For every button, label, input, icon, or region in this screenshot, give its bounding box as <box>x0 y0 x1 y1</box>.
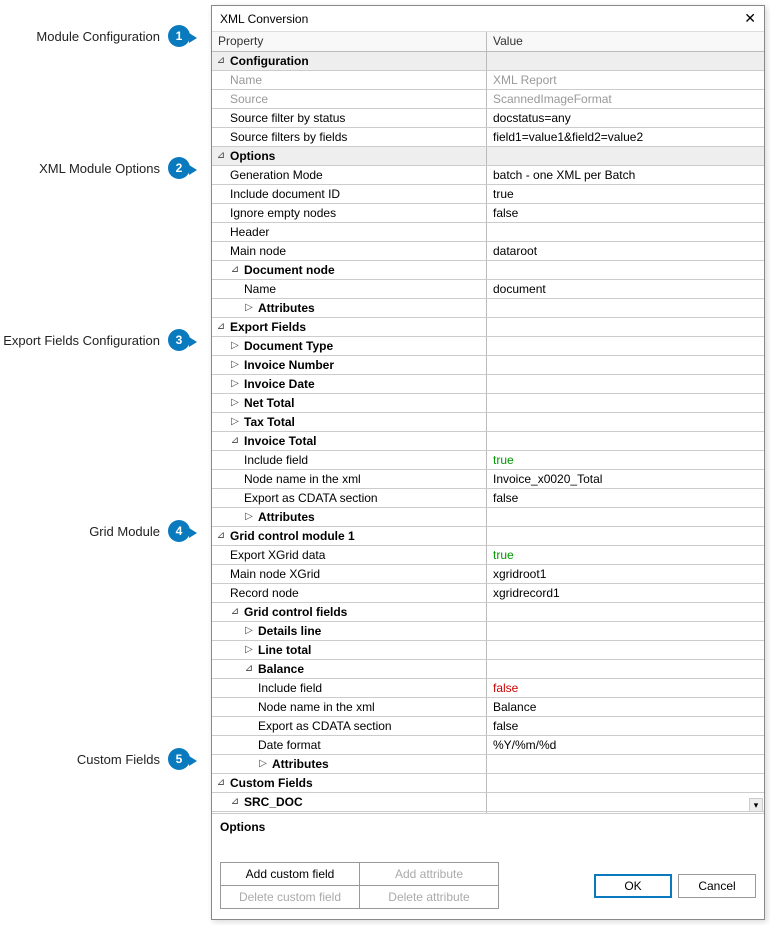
group-doc-type[interactable]: ▷Document Type <box>212 337 764 356</box>
callout-label-4: Grid Module <box>89 524 160 539</box>
scroll-down-icon[interactable]: ▾ <box>749 798 763 812</box>
group-net-total[interactable]: ▷Net Total <box>212 394 764 413</box>
prop-source[interactable]: SourceScannedImageFormat <box>212 90 764 109</box>
group-invoice-date[interactable]: ▷Invoice Date <box>212 375 764 394</box>
callout-label-3: Export Fields Configuration <box>3 333 160 348</box>
header-property: Property <box>212 32 487 51</box>
prop-record-node[interactable]: Record nodexgridrecord1 <box>212 584 764 603</box>
prop-bal-include[interactable]: Include fieldfalse <box>212 679 764 698</box>
prop-include-doc-id[interactable]: Include document IDtrue <box>212 185 764 204</box>
group-src-doc[interactable]: ⊿SRC_DOC <box>212 793 764 812</box>
prop-src-filter-fields[interactable]: Source filters by fieldsfield1=value1&fi… <box>212 128 764 147</box>
group-configuration[interactable]: ⊿Configuration <box>212 52 764 71</box>
prop-export-xgrid[interactable]: Export XGrid datatrue <box>212 546 764 565</box>
group-line-total[interactable]: ▷Line total <box>212 641 764 660</box>
group-options[interactable]: ⊿Options <box>212 147 764 166</box>
add-custom-field-button[interactable]: Add custom field <box>220 862 360 886</box>
prop-ignore-empty[interactable]: Ignore empty nodesfalse <box>212 204 764 223</box>
group-doc-attributes[interactable]: ▷Attributes <box>212 299 764 318</box>
callout-bubble-1: 1 <box>168 25 190 47</box>
prop-bal-dateformat[interactable]: Date format%Y/%m/%d <box>212 736 764 755</box>
footer-panel: Options Add custom field Delete custom f… <box>212 813 764 919</box>
ok-button[interactable]: OK <box>594 874 672 898</box>
footer-section-title: Options <box>220 820 756 834</box>
group-invoice-total[interactable]: ⊿Invoice Total <box>212 432 764 451</box>
prop-src-filter-status[interactable]: Source filter by statusdocstatus=any <box>212 109 764 128</box>
prop-main-node-xgrid[interactable]: Main node XGridxgridroot1 <box>212 565 764 584</box>
prop-doc-name[interactable]: Namedocument <box>212 280 764 299</box>
property-grid: ▴ ⊿Configuration NameXML Report SourceSc… <box>212 52 764 813</box>
callout-bubble-3: 3 <box>168 329 190 351</box>
prop-srcdoc-value[interactable]: Value%docfield.SrcDoc% <box>212 812 764 813</box>
delete-custom-field-button[interactable]: Delete custom field <box>220 885 360 909</box>
callout-label-5: Custom Fields <box>77 752 160 767</box>
xml-conversion-dialog: XML Conversion ✕ Property Value ▴ ⊿Confi… <box>211 5 765 920</box>
group-document-node[interactable]: ⊿Document node <box>212 261 764 280</box>
callout-bubble-5: 5 <box>168 748 190 770</box>
prop-bal-cdata[interactable]: Export as CDATA sectionfalse <box>212 717 764 736</box>
group-invoice-number[interactable]: ▷Invoice Number <box>212 356 764 375</box>
delete-attribute-button[interactable]: Delete attribute <box>359 885 499 909</box>
callout-label-2: XML Module Options <box>39 161 160 176</box>
group-details-line[interactable]: ▷Details line <box>212 622 764 641</box>
group-grid-ctrl-fields[interactable]: ⊿Grid control fields <box>212 603 764 622</box>
group-invtotal-attrs[interactable]: ▷Attributes <box>212 508 764 527</box>
callout-bubble-2: 2 <box>168 157 190 179</box>
prop-bal-nodename[interactable]: Node name in the xmlBalance <box>212 698 764 717</box>
prop-main-node[interactable]: Main nodedataroot <box>212 242 764 261</box>
group-custom-fields[interactable]: ⊿Custom Fields <box>212 774 764 793</box>
prop-invtotal-include[interactable]: Include fieldtrue <box>212 451 764 470</box>
prop-gen-mode[interactable]: Generation Modebatch - one XML per Batch <box>212 166 764 185</box>
close-icon[interactable]: ✕ <box>744 10 756 27</box>
callout-bubble-4: 4 <box>168 520 190 542</box>
titlebar: XML Conversion ✕ <box>212 6 764 32</box>
group-export-fields[interactable]: ⊿Export Fields <box>212 318 764 337</box>
prop-invtotal-nodename[interactable]: Node name in the xmlInvoice_x0020_Total <box>212 470 764 489</box>
prop-invtotal-cdata[interactable]: Export as CDATA sectionfalse <box>212 489 764 508</box>
grid-header: Property Value <box>212 32 764 52</box>
header-value: Value <box>487 32 764 51</box>
group-grid-module[interactable]: ⊿Grid control module 1 <box>212 527 764 546</box>
dialog-title: XML Conversion <box>220 12 308 26</box>
callout-label-1: Module Configuration <box>36 29 160 44</box>
prop-name[interactable]: NameXML Report <box>212 71 764 90</box>
group-bal-attrs[interactable]: ▷Attributes <box>212 755 764 774</box>
prop-header[interactable]: Header <box>212 223 764 242</box>
cancel-button[interactable]: Cancel <box>678 874 756 898</box>
group-balance[interactable]: ⊿Balance <box>212 660 764 679</box>
add-attribute-button[interactable]: Add attribute <box>359 862 499 886</box>
group-tax-total[interactable]: ▷Tax Total <box>212 413 764 432</box>
